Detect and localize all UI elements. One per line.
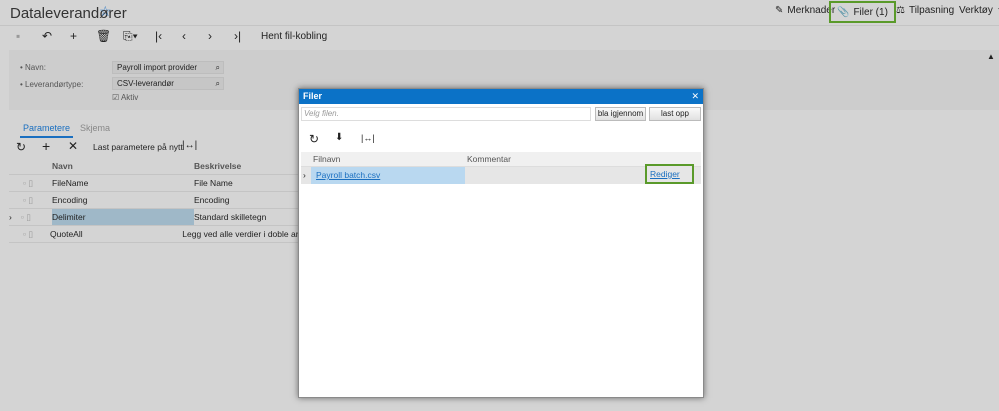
table-row[interactable]: ▫ ▯ FileName File Name bbox=[9, 175, 306, 192]
col-beskrivelse[interactable]: Beskrivelse bbox=[194, 161, 241, 171]
favorite-star-icon[interactable]: ☆ bbox=[99, 3, 112, 20]
reload-parameters-button[interactable]: Last parametere på nytt bbox=[93, 142, 183, 152]
refresh-icon[interactable]: ↻ bbox=[16, 140, 26, 154]
fit-columns-icon[interactable]: |↔| bbox=[182, 140, 197, 151]
notes-button[interactable]: ✎ Merknader bbox=[775, 5, 835, 16]
refresh-icon[interactable]: ↻ bbox=[309, 132, 319, 146]
first-icon[interactable]: |‹ bbox=[155, 28, 162, 44]
download-icon[interactable]: ⬇ bbox=[335, 132, 343, 143]
edit-button: Rediger bbox=[645, 164, 694, 184]
edit-link[interactable]: Rediger bbox=[650, 169, 680, 179]
search-icon: ⌕ bbox=[215, 79, 220, 88]
files-button[interactable]: 📎 Filer (1) bbox=[829, 1, 896, 23]
last-icon[interactable]: ›| bbox=[234, 28, 241, 44]
tools-menu[interactable]: Verktøy▼ bbox=[959, 5, 999, 16]
tools-label: Verktøy bbox=[959, 5, 993, 16]
save-icon[interactable]: ▪ bbox=[16, 28, 20, 44]
customization-label: Tilpasning bbox=[908, 5, 955, 16]
fit-columns-icon[interactable]: |↔| bbox=[361, 133, 375, 143]
col-navn[interactable]: Navn bbox=[52, 161, 194, 171]
fetch-file-link-button[interactable]: Hent fil-kobling bbox=[261, 28, 327, 44]
tab-schema[interactable]: Skjema bbox=[80, 123, 110, 133]
table-row[interactable]: ▫ ▯ QuoteAll Legg ved alle verdier i doble… bbox=[9, 226, 306, 243]
files-dialog: Filer ✕ Velg filen. bla igjennom last opp… bbox=[298, 88, 704, 398]
delete-row-icon[interactable]: ✕ bbox=[68, 139, 78, 153]
add-row-icon[interactable]: + bbox=[42, 138, 50, 154]
next-icon[interactable]: › bbox=[208, 28, 212, 44]
file-link[interactable]: Payroll batch.csv bbox=[316, 170, 380, 180]
upload-button[interactable]: last opp bbox=[649, 107, 701, 121]
divider bbox=[0, 25, 999, 26]
browse-button[interactable]: bla igjennom bbox=[595, 107, 646, 121]
table-row[interactable]: › ▫ ▯ Delimiter Standard skilletegn bbox=[9, 209, 306, 226]
name-input[interactable]: Payroll import provider ⌕ bbox=[112, 61, 224, 74]
col-filnavn: Filnavn bbox=[313, 154, 341, 164]
dialog-title: Filer bbox=[303, 91, 323, 101]
clipboard-icon[interactable]: ⎘▾ bbox=[123, 28, 138, 44]
note-icon: ✎ bbox=[775, 5, 784, 16]
close-icon[interactable]: ✕ bbox=[691, 89, 699, 104]
files-label: Filer (1) bbox=[853, 6, 888, 18]
search-icon: ⌕ bbox=[215, 63, 220, 72]
customize-icon: ⚖ bbox=[896, 5, 905, 16]
name-label: • Navn: bbox=[20, 63, 46, 72]
paperclip-icon: 📎 bbox=[837, 6, 850, 18]
files-grid-header: Filnavn Kommentar bbox=[301, 152, 701, 167]
grid-header: Navn Beskrivelse bbox=[9, 158, 306, 175]
add-icon[interactable]: + bbox=[70, 28, 77, 44]
tab-parameters[interactable]: Parametere bbox=[20, 123, 74, 138]
type-input[interactable]: CSV-leverandør ⌕ bbox=[112, 77, 224, 90]
active-checkbox[interactable]: ☑ Aktiv bbox=[112, 93, 138, 102]
collapse-icon[interactable]: ▲ bbox=[987, 52, 995, 61]
file-row[interactable]: › Payroll batch.csv bbox=[301, 167, 701, 184]
col-kommentar: Kommentar bbox=[467, 154, 511, 164]
customization-button[interactable]: ⚖ Tilpasning bbox=[896, 5, 954, 16]
delete-icon[interactable]: 🗑 bbox=[96, 28, 111, 44]
undo-icon[interactable]: ↶ bbox=[42, 28, 52, 44]
prev-icon[interactable]: ‹ bbox=[182, 28, 186, 44]
file-input[interactable]: Velg filen. bbox=[301, 107, 591, 121]
dialog-header: Filer ✕ bbox=[299, 89, 703, 104]
table-row[interactable]: ▫ ▯ Encoding Encoding bbox=[9, 192, 306, 209]
type-label: • Leverandørtype: bbox=[20, 80, 84, 89]
